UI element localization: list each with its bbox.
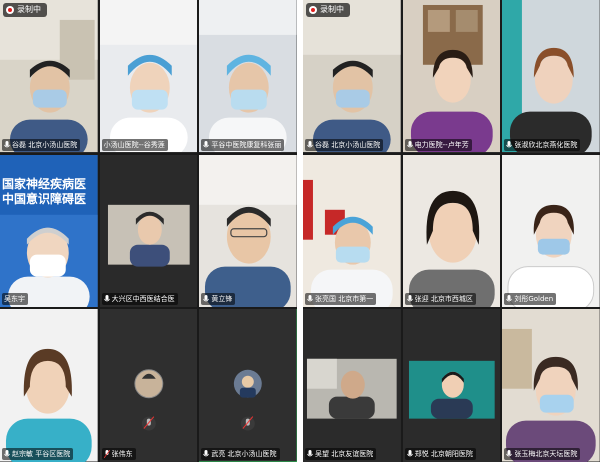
participant-name-tag: 平谷中医院康复科张丽 [201,138,285,151]
participant-name: 电力医院--卢年芳 [414,140,469,149]
participant-name: 张玉梅北京天坛医院 [514,450,578,458]
video-tile[interactable]: 张淑欣北京燕化医院 [502,0,600,153]
cloud-record-icon [6,6,14,14]
video-tile[interactable]: 小汤山医院--谷秀莲 [99,0,198,153]
participant-name-tag: 小汤山医院--谷秀莲 [101,138,168,151]
participant-name-tag: 谷磊 北京小汤山医院 [2,138,81,151]
microphone-icon [203,295,210,302]
microphone-muted-icon [103,450,110,458]
microphone-icon [406,450,413,457]
microphone-icon [4,140,10,148]
participant-video [99,309,198,462]
participant-name: 吴东宇 [4,295,25,304]
participant-video [199,309,297,462]
participant-name-tag: 武亮 北京小汤山医院 [201,448,280,460]
participant-name: 郑悦 北京朝阳医院 [414,450,473,458]
participant-video [199,0,297,153]
participant-name: 吴望 北京友谊医院 [315,450,374,458]
participant-name-tag: 张淑欣北京燕化医院 [504,138,581,151]
video-tile[interactable]: 谷磊 北京小汤山医院 [0,0,98,153]
participant-name-tag: 大兴区中西医结合医 [101,293,178,306]
participant-name-tag: 张伟东 [101,448,136,460]
participant-name-tag: 电力医院--卢年芳 [404,138,472,151]
video-tile[interactable]: 刘彤Golden [502,154,600,308]
participant-name: 张淑欣北京燕化医院 [514,140,578,149]
participant-name: 谷磊 北京小汤山医院 [12,140,78,149]
microphone-icon [4,450,10,457]
participant-name: 小汤山医院--谷秀莲 [103,140,165,149]
microphone-icon [506,295,513,302]
participant-name: 黄立锋 [211,295,233,304]
participant-name: 张伟东 [111,450,133,458]
recording-label: 录制中 [320,5,344,14]
participant-name: 刘彤Golden [514,295,554,304]
video-tile[interactable]: 张伟东 [99,309,198,462]
participant-name-tag: 赵宗敏 平谷区医院 [2,448,74,460]
video-grid-right: 录制中 谷磊 北京小汤山医院 电力医院--卢年芳 张淑欣北京燕化医院 张亮国 北… [303,0,600,462]
participant-name: 武亮 北京小汤山医院 [211,450,277,458]
participant-video [502,309,600,462]
participant-video [99,154,198,308]
cloud-record-icon [309,6,317,14]
video-tile[interactable]: 张迎 北京市西城区 [402,154,501,308]
participant-video [0,0,98,153]
video-tile[interactable]: 平谷中医院康复科张丽 [199,0,297,153]
participant-video [402,0,501,153]
video-tile[interactable]: 张玉梅北京天坛医院 [502,309,600,462]
video-tile[interactable]: 国家神经疾病医 中国意识障碍医 吴东宇 [0,154,98,308]
video-tile[interactable]: 谷磊 北京小汤山医院 [303,0,401,153]
participant-video [402,154,501,308]
microphone-icon [203,450,210,457]
participant-video [502,0,600,153]
participant-name: 赵宗敏 平谷区医院 [12,450,71,458]
participant-name-tag: 吴东宇 [2,293,28,306]
participant-name: 平谷中医院康复科张丽 [211,140,282,149]
participant-name-tag: 刘彤Golden [504,293,557,306]
microphone-icon [406,140,413,148]
video-tile[interactable]: 张亮国 北京市第一 [303,154,401,308]
participant-video [99,0,198,153]
microphone-icon [307,450,313,457]
video-grid-left: 录制中 谷磊 北京小汤山医院 小汤山医院--谷秀莲 平谷中医院康复科张丽 国家神… [0,0,297,462]
participant-video [0,309,98,462]
microphone-icon [406,295,413,302]
participant-name: 谷磊 北京小汤山医院 [315,140,381,149]
video-tile[interactable]: 大兴区中西医结合医 [99,154,198,308]
participant-video [303,0,401,153]
recording-indicator[interactable]: 录制中 [306,3,350,17]
recording-indicator[interactable]: 录制中 [3,3,47,17]
banner-line: 中国意识障碍医 [2,191,87,206]
video-tile[interactable]: 郑悦 北京朝阳医院 [402,309,501,462]
participant-name-tag: 张亮国 北京市第一 [305,293,377,306]
participant-name-tag: 郑悦 北京朝阳医院 [404,448,476,460]
participant-video [402,309,501,462]
video-tile[interactable]: 电力医院--卢年芳 [402,0,501,153]
backdrop-banner: 国家神经疾病医 中国意识障碍医 [0,177,98,207]
participant-name-tag: 谷磊 北京小汤山医院 [305,138,384,151]
participant-video [303,309,401,462]
microphone-icon [506,140,513,148]
participant-name: 张亮国 北京市第一 [315,295,374,304]
video-tile-active-speaker[interactable]: 武亮 北京小汤山医院 [199,309,297,462]
participant-name-tag: 张迎 北京市西城区 [404,293,476,306]
participant-name: 大兴区中西医结合医 [111,295,175,304]
video-tile[interactable]: 赵宗敏 平谷区医院 [0,309,98,462]
microphone-icon [307,295,313,302]
recording-label: 录制中 [17,5,41,14]
microphone-icon [307,140,313,148]
video-tile[interactable]: 吴望 北京友谊医院 [303,309,401,462]
participant-video [303,154,401,308]
participant-video [199,154,297,308]
participant-name-tag: 张玉梅北京天坛医院 [504,448,581,460]
microphone-icon [203,140,210,148]
microphone-icon [506,450,513,457]
participant-video [502,154,600,308]
microphone-icon [103,295,110,302]
participant-name: 张迎 北京市西城区 [414,295,473,304]
participant-name-tag: 吴望 北京友谊医院 [305,448,377,460]
banner-line: 国家神经疾病医 [2,176,87,191]
video-tile[interactable]: 黄立锋 [199,154,297,308]
participant-name-tag: 黄立锋 [201,293,236,306]
